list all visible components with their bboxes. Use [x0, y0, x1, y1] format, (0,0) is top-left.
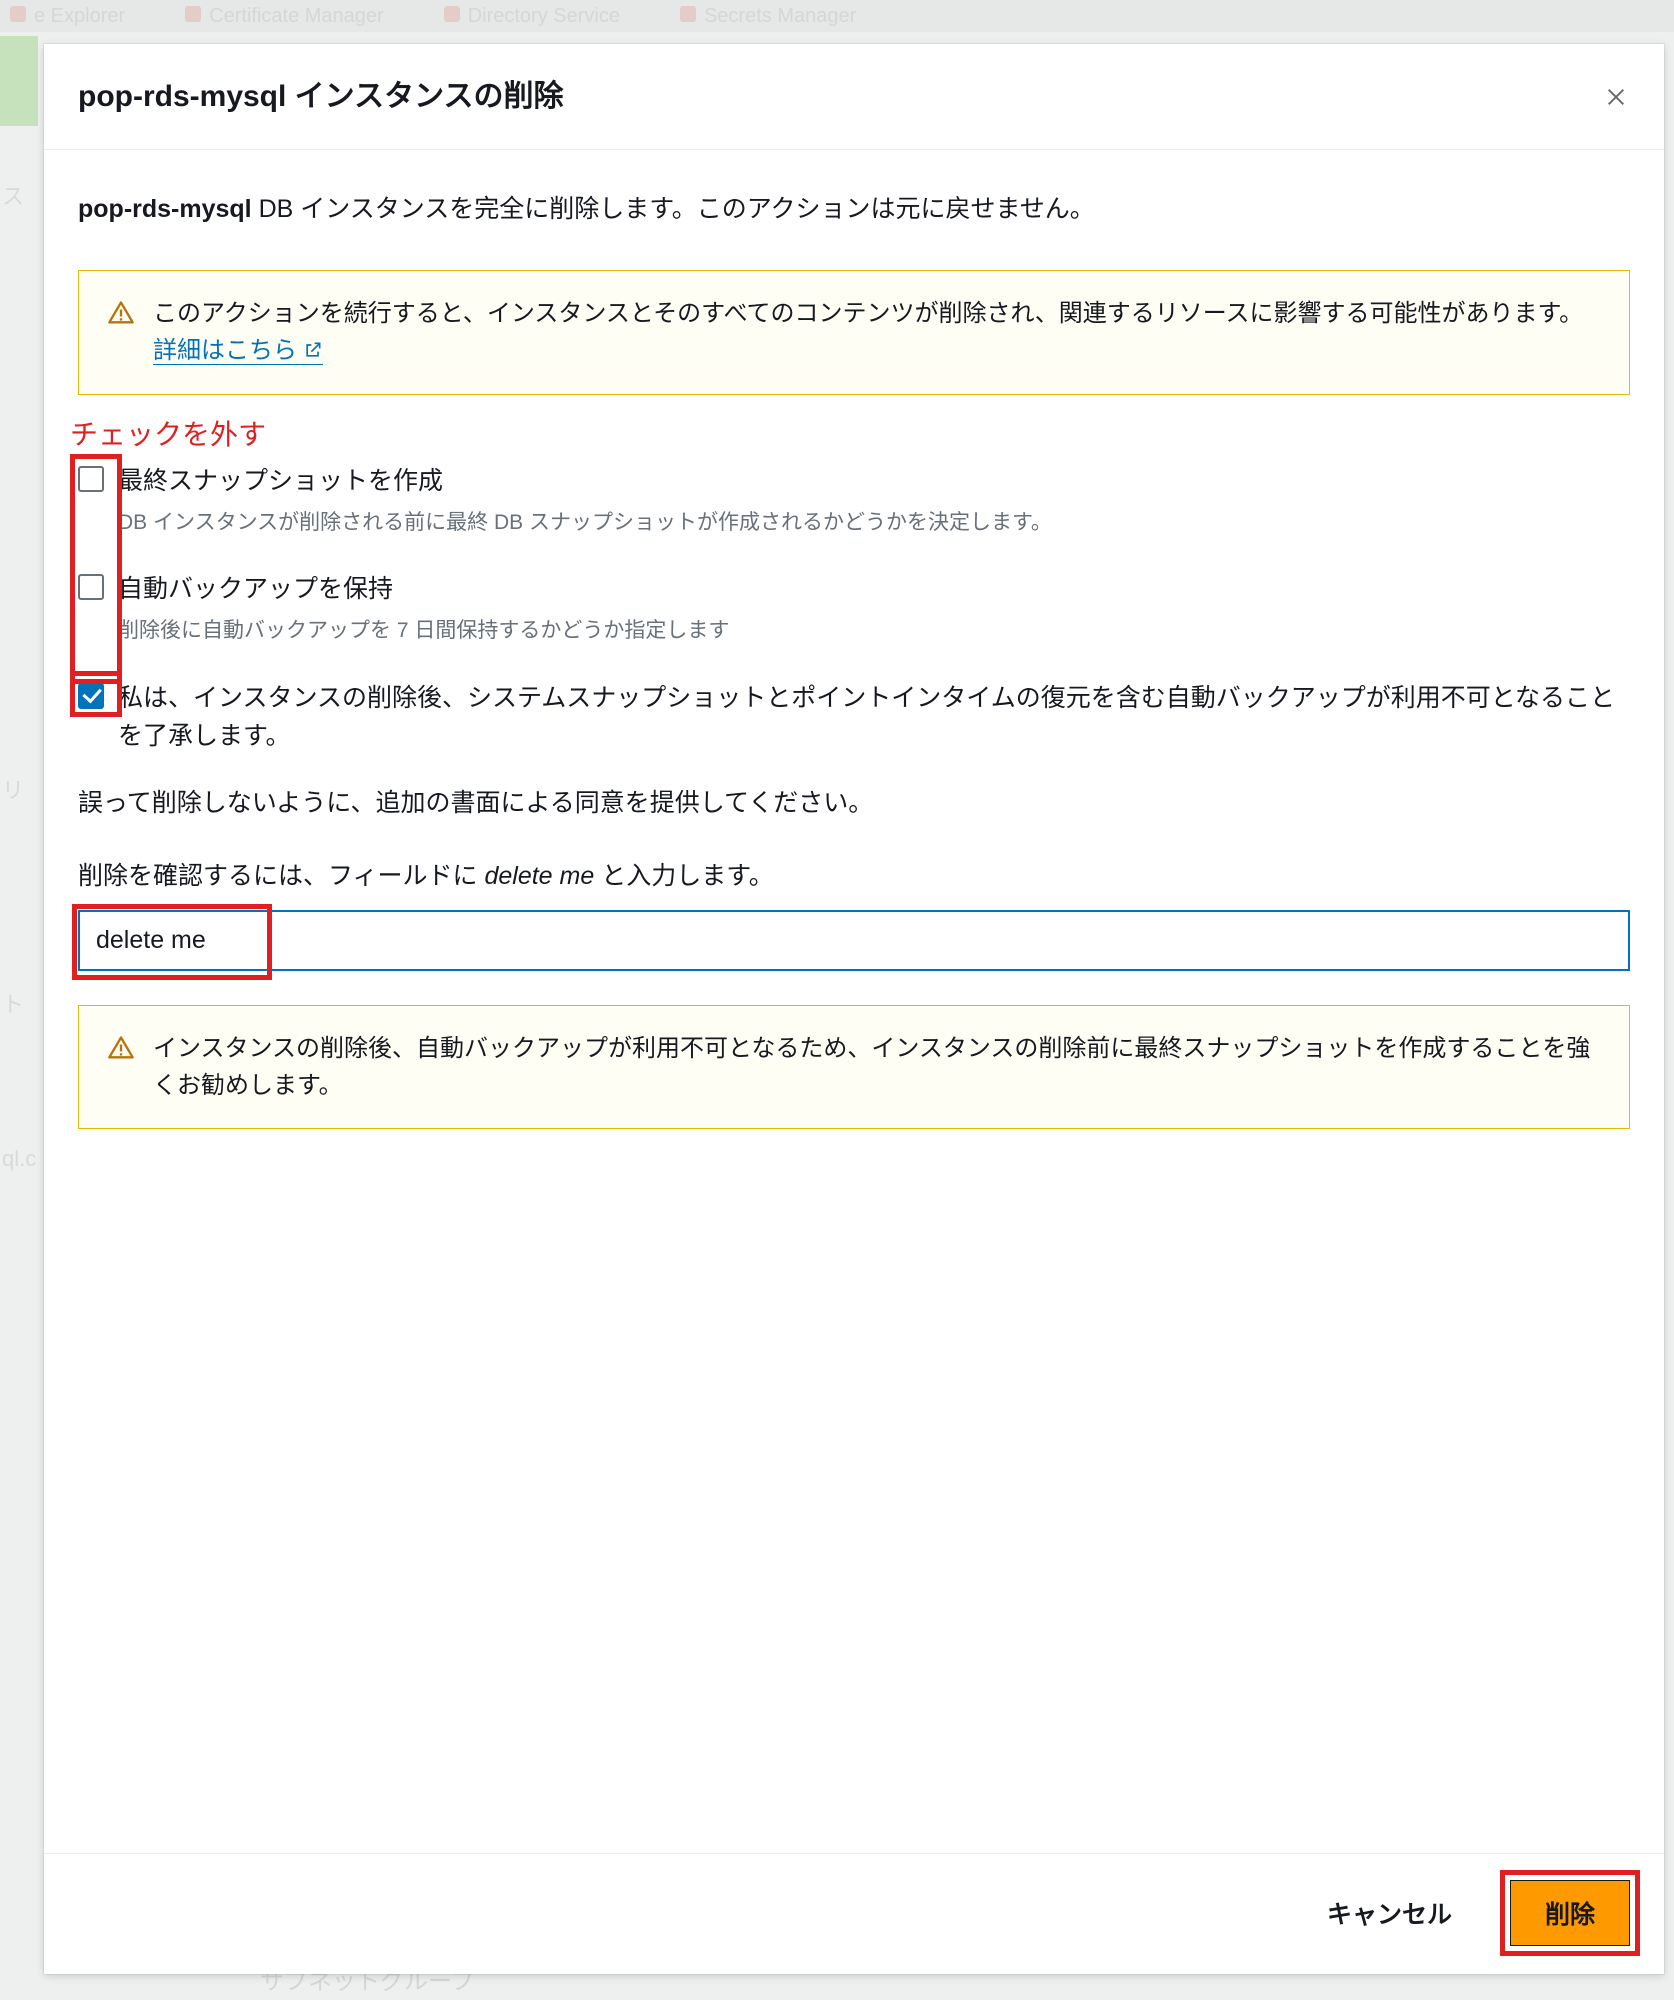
checkbox-label: 私は、インスタンスの削除後、システムスナップショットとポイントインタイムの復元を…: [118, 679, 1630, 757]
check-row-retain-backup: 自動バックアップを保持 削除後に自動バックアップを 7 日間保持するかどうか指定…: [78, 562, 1630, 670]
checkbox-label: 最終スナップショットを作成: [118, 462, 1630, 501]
checkbox-group-annotated: 最終スナップショットを作成 DB インスタンスが削除される前に最終 DB スナッ…: [78, 454, 1630, 671]
dialog-header: pop-rds-mysql インスタンスの削除: [44, 44, 1664, 150]
consent-text: 誤って削除しないように、追加の書面による同意を提供してください。: [78, 784, 1630, 823]
check-row-acknowledge: 私は、インスタンスの削除後、システムスナップショットとポイントインタイムの復元を…: [78, 671, 1630, 767]
delete-button[interactable]: 削除: [1510, 1880, 1630, 1946]
cancel-button[interactable]: キャンセル: [1293, 1881, 1486, 1945]
checkbox-retain-backup[interactable]: [78, 574, 104, 600]
alert-snapshot-recommendation: インスタンスの削除後、自動バックアップが利用不可となるため、インスタンスの削除前…: [78, 1005, 1630, 1129]
alert-delete-warning: このアクションを続行すると、インスタンスとそのすべてのコンテンツが削除され、関連…: [78, 270, 1630, 394]
dialog-title: pop-rds-mysql インスタンスの削除: [78, 74, 563, 121]
external-link-icon: [303, 334, 323, 354]
intro-text: pop-rds-mysql DB インスタンスを完全に削除します。このアクション…: [78, 190, 1630, 229]
confirm-instruction: 削除を確認するには、フィールドに delete me と入力します。: [78, 857, 1630, 896]
check-row-acknowledge-wrap: 私は、インスタンスの削除後、システムスナップショットとポイントインタイムの復元を…: [78, 671, 1630, 767]
checkbox-desc: DB インスタンスが削除される前に最終 DB スナップショットが作成されるかどう…: [118, 507, 1630, 539]
annotation-label: チェックを外す: [70, 413, 1630, 456]
delete-instance-dialog: pop-rds-mysql インスタンスの削除 pop-rds-mysql DB…: [44, 44, 1664, 1974]
dialog-body: pop-rds-mysql DB インスタンスを完全に削除します。このアクション…: [44, 150, 1664, 1854]
confirm-input[interactable]: [78, 910, 1630, 971]
close-icon[interactable]: [1602, 83, 1630, 111]
learn-more-link[interactable]: 詳細はこちら: [153, 337, 323, 365]
confirm-input-wrap: [78, 910, 1630, 971]
dialog-footer: キャンセル 削除: [44, 1853, 1664, 1974]
checkbox-final-snapshot[interactable]: [78, 466, 104, 492]
check-row-final-snapshot: 最終スナップショットを作成 DB インスタンスが削除される前に最終 DB スナッ…: [78, 454, 1630, 562]
warning-icon: [107, 1034, 135, 1062]
checkbox-label: 自動バックアップを保持: [118, 570, 1630, 609]
checkbox-desc: 削除後に自動バックアップを 7 日間保持するかどうか指定します: [118, 615, 1630, 647]
warning-icon: [107, 299, 135, 327]
checkbox-acknowledge[interactable]: [78, 683, 104, 709]
